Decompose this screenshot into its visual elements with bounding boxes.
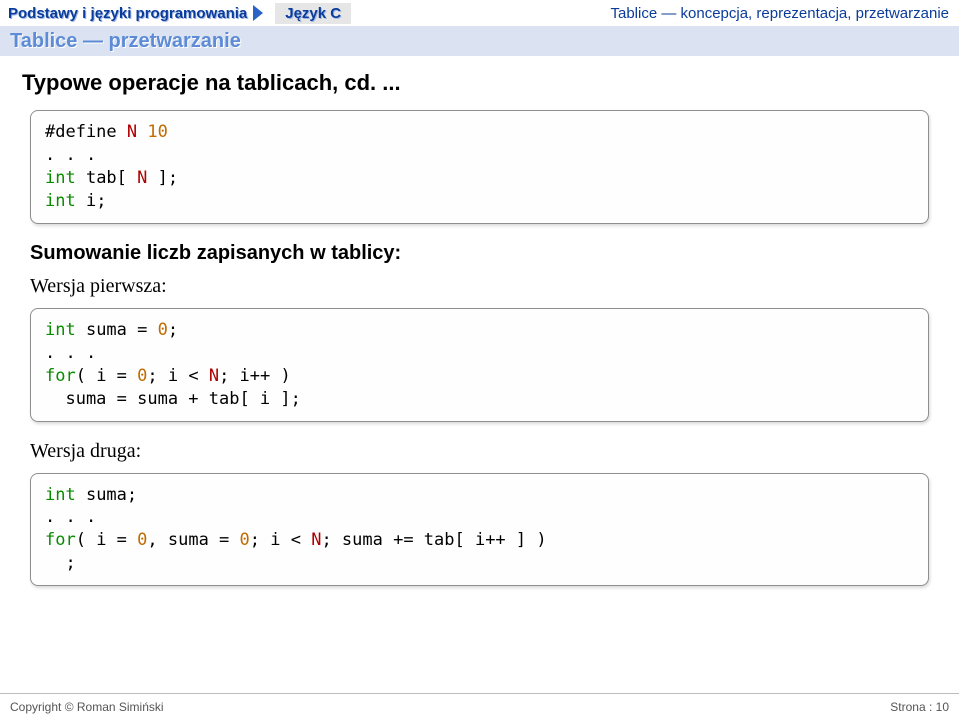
code-defs: #define N 10 . . . int tab[ N ]; int i; (30, 110, 929, 224)
code-text: for (45, 366, 76, 386)
code-text: 0 (137, 530, 147, 550)
header: Podstawy i języki programowania Język C … (0, 0, 959, 26)
subtitle-text: Tablice — przetwarzanie (10, 30, 241, 53)
content: Typowe operacje na tablicach, cd. ... #d… (0, 56, 959, 586)
footer: Copyright © Roman Simiński Strona : 10 (0, 693, 959, 719)
code-text: for (45, 530, 76, 550)
code-text: #define (45, 122, 127, 142)
code-text: ( i = (76, 366, 137, 386)
code-text: 10 (147, 122, 167, 142)
code-text: ; (45, 553, 76, 573)
code-text: 0 (137, 366, 147, 386)
code-version-2: int suma; . . . for( i = 0, suma = 0; i … (30, 473, 929, 587)
chevron-right-icon (253, 5, 263, 21)
code-text: N (311, 530, 321, 550)
code-text: 0 (158, 320, 168, 340)
code-text: ; i < (250, 530, 311, 550)
code-text: N (137, 168, 147, 188)
breadcrumb: Podstawy i języki programowania (0, 3, 271, 24)
code-text: ; (168, 320, 178, 340)
page: Podstawy i języki programowania Język C … (0, 0, 959, 719)
code-text: suma = suma + tab[ i ]; (45, 389, 301, 409)
subtitle-bar: Tablice — przetwarzanie (0, 26, 959, 56)
code-version-1: int suma = 0; . . . for( i = 0; i < N; i… (30, 308, 929, 422)
code-text: . . . (45, 507, 96, 527)
code-text: . . . (45, 343, 96, 363)
code-text: ; i++ ) (219, 366, 291, 386)
header-right: Tablice — koncepcja, reprezentacja, prze… (600, 0, 959, 26)
version-2-label: Wersja druga: (30, 440, 937, 463)
breadcrumb-text: Podstawy i języki programowania (8, 5, 247, 22)
subhead-sum: Sumowanie liczb zapisanych w tablicy: (30, 242, 937, 265)
code-text: tab[ (76, 168, 137, 188)
code-text: 0 (240, 530, 250, 550)
code-text: ]; (147, 168, 178, 188)
code-text: suma = (76, 320, 158, 340)
code-text (137, 122, 147, 142)
code-text: N (209, 366, 219, 386)
code-text: int (45, 320, 76, 340)
code-text: int (45, 485, 76, 505)
code-text: int (45, 191, 76, 211)
code-text: ; i < (147, 366, 208, 386)
code-text: , suma = (147, 530, 239, 550)
footer-left: Copyright © Roman Simiński (10, 700, 164, 714)
code-text: . . . (45, 145, 96, 165)
header-right-text: Tablice — koncepcja, reprezentacja, prze… (610, 5, 949, 22)
lang-text: Język C (285, 5, 341, 22)
code-text: suma; (76, 485, 137, 505)
footer-right: Strona : 10 (890, 700, 949, 714)
header-left: Podstawy i języki programowania Język C (0, 0, 351, 26)
version-1-label: Wersja pierwsza: (30, 275, 937, 298)
section-title: Typowe operacje na tablicach, cd. ... (22, 70, 937, 96)
code-text: int (45, 168, 76, 188)
code-text: ( i = (76, 530, 137, 550)
code-text: i; (76, 191, 107, 211)
code-text: ; suma += tab[ i++ ] ) (321, 530, 546, 550)
code-text: N (127, 122, 137, 142)
lang-box: Język C (275, 3, 351, 24)
